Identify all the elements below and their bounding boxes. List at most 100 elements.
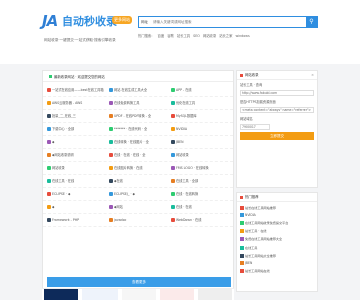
site-link[interactable]: FMS LOGO · 在线转换 — [171, 165, 231, 172]
count-field[interactable]: 7900017 — [240, 124, 270, 130]
site-link-label: 在线工具 · 全部 — [176, 179, 199, 183]
site-link[interactable]: JBEN — [171, 139, 231, 146]
hotword-link[interactable]: 站长工具 — [177, 34, 190, 38]
site-link[interactable]: 在线免费转换工具 — [109, 100, 169, 107]
site-link[interactable]: 在线 · 在线转换 — [171, 191, 231, 198]
recommend-item[interactable]: 在线工具 — [237, 243, 317, 251]
submit-button[interactable]: 立即提交 — [240, 132, 314, 140]
logo-badge[interactable]: 更多网站 — [112, 16, 132, 24]
site-link[interactable]: 优化在线工具 — [171, 100, 231, 107]
recommend-item-label: 站长工具 · 在线 — [245, 229, 267, 234]
site-link-label: ******* · 在线代码 · 全 — [114, 127, 148, 131]
site-link[interactable]: 在线 · 在线 — [171, 204, 231, 211]
site-link[interactable]: 在线 · 在线 · 在线 · 全 — [109, 152, 169, 159]
site-link[interactable]: 网站-在线生成工具大全 — [109, 87, 169, 94]
marker-icon — [240, 73, 243, 77]
site-link[interactable]: ◆网站 — [109, 204, 169, 211]
site-favicon-icon — [109, 192, 113, 196]
site-link-label: 网站收录 — [176, 153, 189, 157]
site-link[interactable]: 网站收录 — [47, 165, 107, 172]
banner-strip — [42, 288, 234, 300]
site-link[interactable]: UPDF - 在线PDF转换 - 全 — [109, 113, 169, 120]
site-favicon-icon — [240, 205, 244, 210]
banner-thumb[interactable] — [122, 289, 156, 300]
recommend-item[interactable]: 站长在线工具网站推荐 — [237, 203, 317, 211]
recommend-item[interactable]: 站长工具 · 在线 — [237, 227, 317, 235]
site-favicon-icon — [109, 205, 113, 209]
banner-thumb[interactable] — [198, 289, 232, 300]
table-row: ◆网站收录说明 在线 · 在线 · 在线 · 全 网站收录 — [43, 149, 233, 162]
site-link-label: ◆网站 — [114, 205, 123, 209]
site-favicon-icon — [47, 205, 51, 209]
recommend-item-label: 站长工具网站在线 — [245, 269, 270, 274]
hotword-link[interactable]: 谷歌 — [167, 34, 174, 38]
site-link-label: 在线免费转换工具 — [114, 101, 140, 105]
site-link[interactable]: ◆ — [47, 204, 107, 211]
site-link[interactable]: NVIDIA — [171, 126, 231, 133]
panel-header: 最新收录网站 · 欢迎提交您的网站 — [43, 71, 233, 82]
site-favicon-icon — [47, 114, 51, 118]
hotword-link[interactable]: 网站收录 — [203, 34, 216, 38]
hotword-link[interactable]: windows — [235, 34, 249, 38]
site-link[interactable]: ECLIPSEJ_ · ◆ — [109, 191, 169, 198]
recommend-panel: 热门推荐 站长在线工具网站推荐 NVIDIA 在线工具网站收录免费提交平台站长工具 … — [236, 192, 318, 292]
site-favicon-icon — [47, 101, 51, 105]
site-link-label: 在线图片转换 · 在线 — [114, 166, 143, 170]
site-link[interactable]: 在线工具 · 全部 — [171, 178, 231, 185]
site-favicon-icon — [240, 220, 244, 225]
url-field[interactable]: http://www.fabubl.com — [240, 90, 314, 96]
table-row: Framework - PHP javadoc WebDown · 在线 — [43, 214, 233, 227]
site-link[interactable]: 一站式在线应用——best在线工具箱 — [47, 87, 107, 94]
site-link-label: ECLIPSEJ_ · ◆ — [114, 192, 135, 196]
site-link[interactable]: 在线图片转换 · 在线 — [109, 165, 169, 172]
site-link-label: 优化在线工具 — [176, 101, 196, 105]
site-logo[interactable]: JA 自动秒收录 更多网站 — [42, 12, 134, 36]
recommend-item[interactable]: JBEN — [237, 259, 317, 266]
banner-thumb[interactable] — [44, 289, 78, 300]
site-link-label: 一站式在线应用——best在线工具箱 — [52, 88, 104, 92]
site-link[interactable]: AWS云服务器 - AWS — [47, 100, 107, 107]
site-favicon-icon — [171, 166, 175, 170]
meta-field[interactable]: <meta content="always" name="referrer"> — [240, 107, 314, 113]
site-link[interactable]: APP - 在线 — [171, 87, 231, 94]
recommend-item[interactable]: 免费在线工具网站推荐大全 — [237, 235, 317, 243]
site-link[interactable]: ******* · 在线代码 · 全 — [109, 126, 169, 133]
load-more-button[interactable]: 查看更多 — [47, 277, 231, 287]
site-link[interactable]: 批量_二_在线_三 — [47, 113, 107, 120]
site-link-label: 在线转换 · 在线图片 · 全 — [114, 140, 149, 144]
site-link[interactable]: 在线工具 · 在线 — [47, 178, 107, 185]
search-button[interactable]: ⚲ — [306, 17, 317, 27]
recommend-item[interactable]: 在线工具网站收录免费提交平台 — [237, 218, 317, 226]
banner-thumb[interactable] — [82, 289, 118, 300]
site-link[interactable]: MySQL数据库 — [171, 113, 231, 120]
recommend-item[interactable]: 站长工具网站大全推荐 — [237, 251, 317, 259]
recommend-header: 热门推荐 — [237, 193, 317, 202]
site-link-label: 批量_二_在线_三 — [52, 114, 76, 118]
site-link[interactable]: ◆ — [47, 139, 107, 146]
recommend-item[interactable]: 站长工具网站在线 — [237, 267, 317, 275]
recommend-item-label: 免费在线工具网站推荐大全 — [245, 237, 283, 242]
site-link[interactable]: ◆在线 — [109, 178, 169, 185]
site-link[interactable]: javadoc — [109, 217, 169, 224]
site-link[interactable]: 网站收录 — [171, 152, 231, 159]
hotword-link[interactable]: SEO — [193, 34, 200, 38]
site-link[interactable]: ECLIPSE · ◆ — [47, 191, 107, 198]
site-link[interactable]: Framework - PHP — [47, 217, 107, 224]
hotword-link[interactable]: 站长之家 — [219, 34, 232, 38]
banner-thumb[interactable] — [160, 289, 194, 300]
site-favicon-icon — [171, 179, 175, 183]
site-link[interactable]: 下载中心 · 全部 — [47, 126, 107, 133]
site-favicon-icon — [240, 212, 244, 217]
site-link[interactable]: 在线转换 · 在线图片 · 全 — [109, 139, 169, 146]
site-favicon-icon — [109, 114, 113, 118]
recommend-item[interactable]: NVIDIA — [237, 211, 317, 218]
search-type-select[interactable]: 网址 — [140, 18, 150, 26]
search-input[interactable] — [153, 18, 293, 26]
site-link[interactable]: WebDown · 在线 — [171, 217, 231, 224]
marker-icon — [240, 195, 243, 199]
close-icon[interactable]: × — [311, 71, 314, 80]
site-favicon-icon — [109, 140, 113, 144]
site-link-label: NVIDIA — [176, 127, 188, 131]
hotword-link[interactable]: 百度 — [158, 34, 165, 38]
site-link[interactable]: ◆网站收录说明 — [47, 152, 107, 159]
